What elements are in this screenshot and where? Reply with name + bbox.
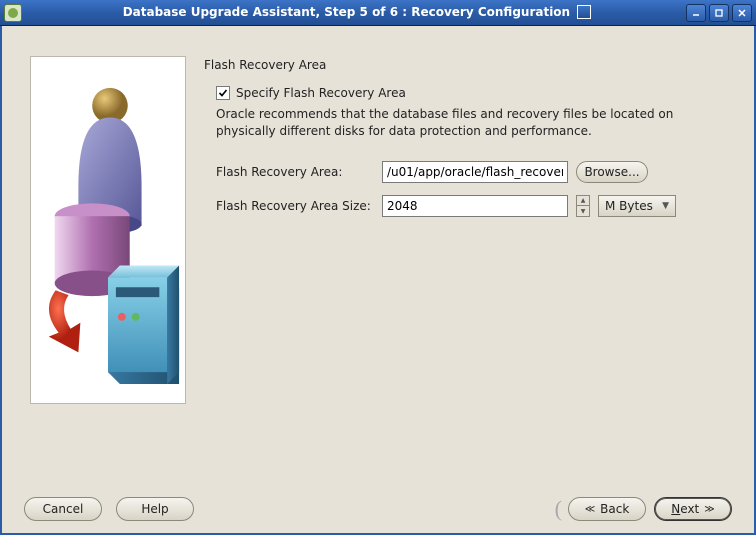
chevron-down-icon: ▼ <box>662 201 669 211</box>
help-button[interactable]: Help <box>116 497 194 521</box>
window-titlebar: Database Upgrade Assistant, Step 5 of 6 … <box>0 0 756 26</box>
next-arrow-icon: ≫ <box>704 504 714 515</box>
size-unit-selected: M Bytes <box>605 199 653 213</box>
size-spinner[interactable]: ▲ ▼ <box>576 195 590 217</box>
recovery-path-label: Flash Recovery Area: <box>216 165 374 179</box>
minimize-button[interactable] <box>686 4 706 22</box>
browse-button[interactable]: Browse... <box>576 161 648 183</box>
recovery-size-row: Flash Recovery Area Size: ▲ ▼ M Bytes ▼ <box>216 195 726 217</box>
next-button-label: Next <box>671 502 699 516</box>
back-arrow-icon: ≪ <box>585 504 595 515</box>
nav-group-icon: ( <box>555 496 562 522</box>
spinner-up-icon[interactable]: ▲ <box>577 196 589 207</box>
back-button-label: Back <box>600 502 629 516</box>
recovery-path-input[interactable] <box>382 161 568 183</box>
window-title-text: Database Upgrade Assistant, Step 5 of 6 … <box>123 5 570 19</box>
section-heading: Flash Recovery Area <box>204 58 726 72</box>
form-area: Flash Recovery Area Specify Flash Recove… <box>204 56 726 475</box>
size-unit-dropdown[interactable]: M Bytes ▼ <box>598 195 676 217</box>
next-button[interactable]: Next ≫ <box>654 497 732 521</box>
specify-recovery-label: Specify Flash Recovery Area <box>236 86 406 100</box>
content-area: Flash Recovery Area Specify Flash Recove… <box>2 26 754 485</box>
close-button[interactable] <box>732 4 752 22</box>
specify-recovery-checkbox-row[interactable]: Specify Flash Recovery Area <box>216 86 726 100</box>
recovery-description: Oracle recommends that the database file… <box>216 106 726 141</box>
button-bar: Cancel Help ( ≪ Back Next ≫ <box>2 485 754 533</box>
spinner-down-icon[interactable]: ▼ <box>577 206 589 216</box>
recovery-size-label: Flash Recovery Area Size: <box>216 199 374 213</box>
title-decoration-icon <box>577 5 591 19</box>
recovery-path-row: Flash Recovery Area: Browse... <box>216 161 726 183</box>
specify-recovery-checkbox[interactable] <box>216 86 230 100</box>
window-body: Flash Recovery Area Specify Flash Recove… <box>0 26 756 535</box>
app-icon <box>4 4 22 22</box>
window-title: Database Upgrade Assistant, Step 5 of 6 … <box>28 5 686 20</box>
recovery-size-input[interactable] <box>382 195 568 217</box>
cancel-button[interactable]: Cancel <box>24 497 102 521</box>
back-button[interactable]: ≪ Back <box>568 497 646 521</box>
wizard-illustration <box>30 56 186 404</box>
maximize-button[interactable] <box>709 4 729 22</box>
